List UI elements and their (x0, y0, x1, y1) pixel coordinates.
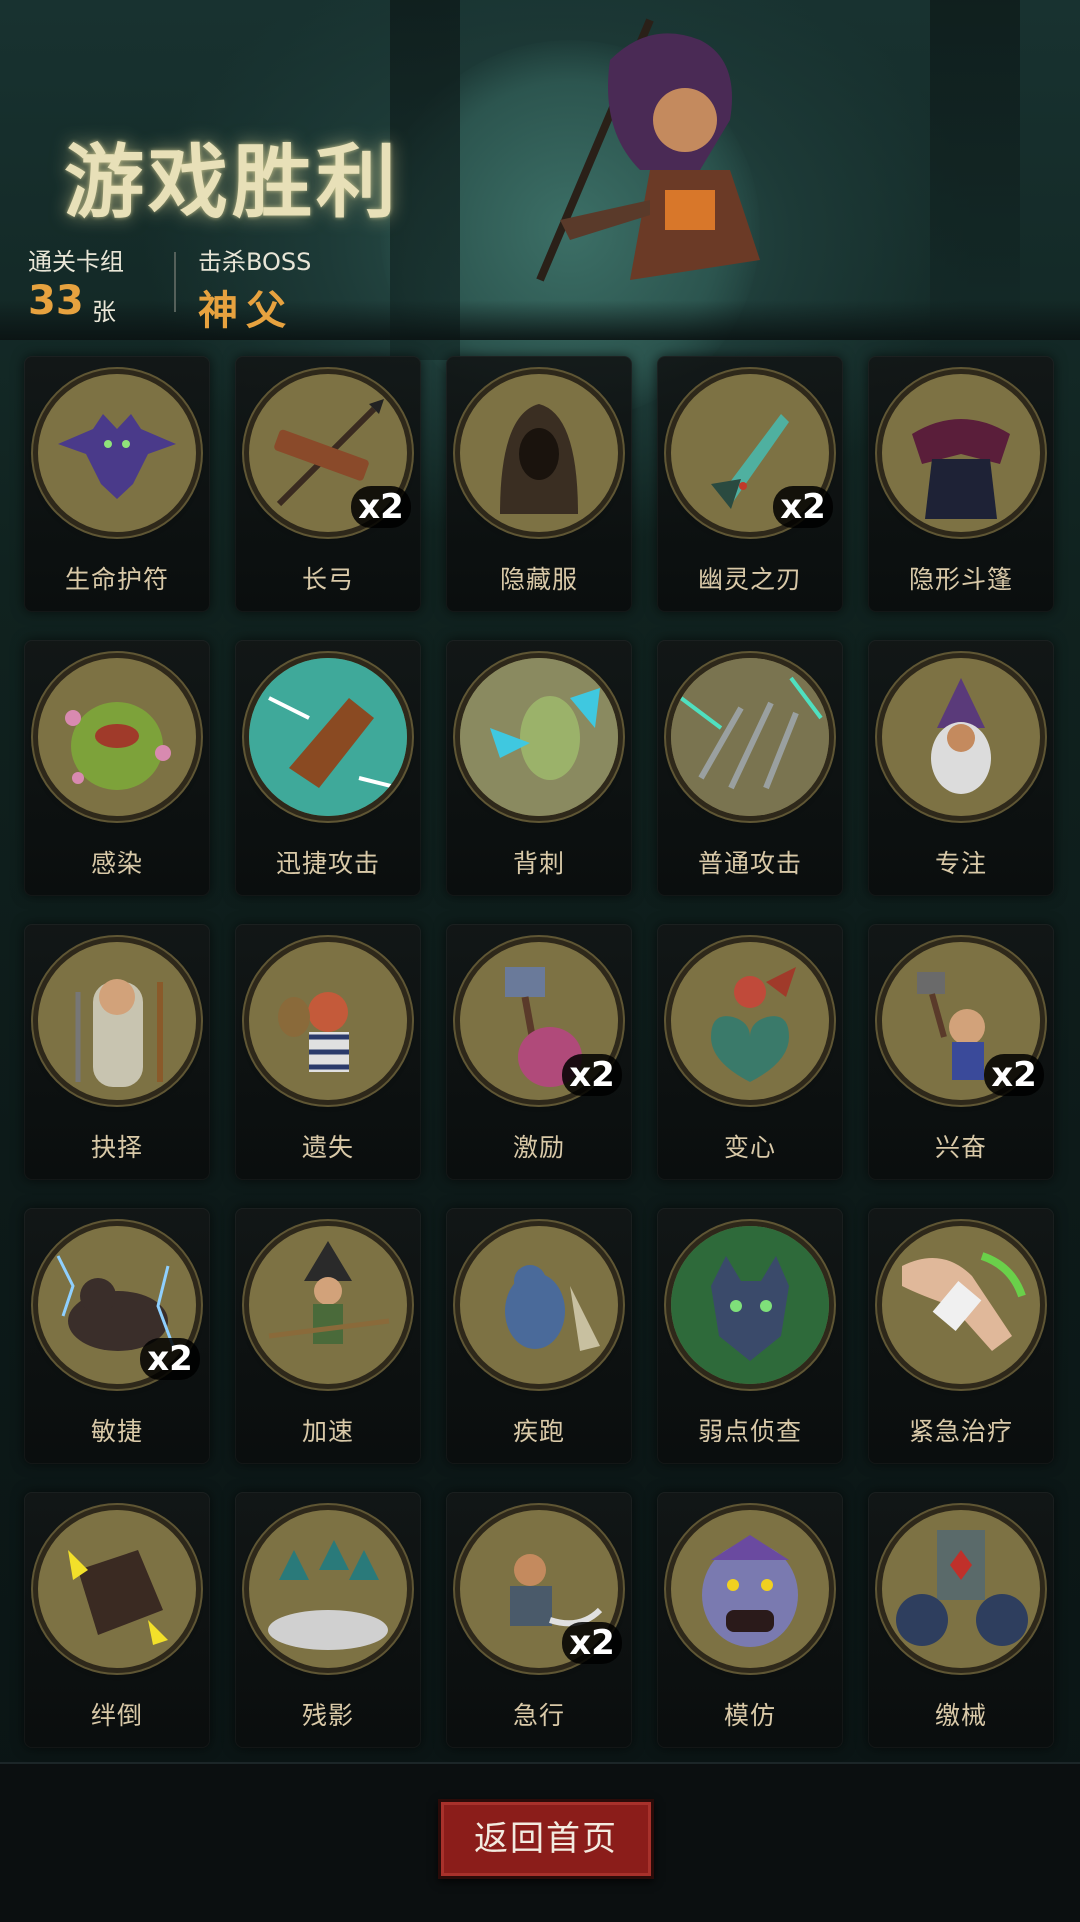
card-item[interactable]: x2 幽灵之刃 (657, 356, 843, 612)
card-item[interactable]: 隐形斗篷 (868, 356, 1054, 612)
card-count-badge: x2 (562, 1622, 622, 1664)
deck-count: 33 (28, 278, 84, 324)
card-label: 普通攻击 (697, 849, 802, 878)
backstab-icon (460, 658, 618, 816)
swift-strike-icon (249, 658, 407, 816)
card-label: 缴械 (934, 1701, 987, 1730)
disarm-banner-icon (882, 1510, 1040, 1668)
thief-icon (249, 942, 407, 1100)
card-item[interactable]: 变心 (657, 924, 843, 1180)
wolf-head-icon (671, 1226, 829, 1384)
card-label: 迅捷攻击 (275, 849, 380, 878)
card-item[interactable]: x2 敏捷 (24, 1208, 210, 1464)
card-item[interactable]: 隐藏服 (446, 356, 632, 612)
victory-title: 游戏胜利 (64, 136, 400, 229)
card-label: 感染 (90, 849, 143, 878)
card-count-badge: x2 (140, 1338, 200, 1380)
hooded-cloak-icon (460, 374, 618, 532)
card-item[interactable]: 感染 (24, 640, 210, 896)
card-label: 专注 (934, 849, 987, 878)
card-item[interactable]: 加速 (235, 1208, 421, 1464)
card-item[interactable]: 模仿 (657, 1492, 843, 1748)
card-item[interactable]: x2 急行 (446, 1492, 632, 1748)
trip-boot-icon (38, 1510, 196, 1668)
card-label: 遗失 (301, 1133, 354, 1162)
card-item[interactable]: 专注 (868, 640, 1054, 896)
card-item[interactable]: 迅捷攻击 (235, 640, 421, 896)
arrow-volley-icon (671, 658, 829, 816)
card-label: 绊倒 (90, 1701, 143, 1730)
card-label: 模仿 (723, 1701, 776, 1730)
card-label: 残影 (301, 1701, 354, 1730)
header-divider (0, 300, 1080, 340)
card-item[interactable]: 普通攻击 (657, 640, 843, 896)
card-count-badge: x2 (984, 1054, 1044, 1096)
card-grid: 生命护符 x2 长弓 隐藏服 x2 幽灵之刃 隐形斗篷感染 迅捷攻击 背刺 普通攻击 专注抉择 遗失 x… (24, 356, 1054, 1748)
card-item[interactable]: x2 兴奋 (868, 924, 1054, 1180)
card-label: 激励 (512, 1133, 565, 1162)
rogue-heroine-illustration (536, 18, 760, 282)
card-label: 兴奋 (934, 1133, 987, 1162)
card-label: 隐形斗篷 (908, 565, 1013, 594)
boss-name: 神父 (198, 288, 294, 334)
witch-broom-icon (249, 1226, 407, 1384)
deck-unit: 张 (92, 298, 116, 326)
card-item[interactable]: 弱点侦查 (657, 1208, 843, 1464)
card-count-badge: x2 (562, 1054, 622, 1096)
wizard-focus-icon (882, 658, 1040, 816)
card-item[interactable]: 疾跑 (446, 1208, 632, 1464)
card-item[interactable]: 残影 (235, 1492, 421, 1748)
infected-monster-icon (38, 658, 196, 816)
card-item[interactable]: 抉择 (24, 924, 210, 1180)
deck-label: 通关卡组 (28, 248, 124, 276)
card-label: 幽灵之刃 (697, 565, 802, 594)
card-item[interactable]: 绊倒 (24, 1492, 210, 1748)
card-label: 生命护符 (64, 565, 169, 594)
troll-mimic-icon (671, 1510, 829, 1668)
card-label: 疾跑 (512, 1417, 565, 1446)
card-label: 紧急治疗 (908, 1417, 1013, 1446)
bat-amulet-icon (38, 374, 196, 532)
bandage-arm-icon (882, 1226, 1040, 1384)
card-label: 变心 (723, 1133, 776, 1162)
card-label: 背刺 (512, 849, 565, 878)
card-item[interactable]: 背刺 (446, 640, 632, 896)
boss-label: 击杀BOSS (198, 248, 312, 276)
sage-choice-icon (38, 942, 196, 1100)
card-item[interactable]: 紧急治疗 (868, 1208, 1054, 1464)
stat-divider (174, 252, 176, 312)
card-label: 长弓 (301, 565, 354, 594)
card-item[interactable]: 生命护符 (24, 356, 210, 612)
shadow-clones-icon (249, 1510, 407, 1668)
card-label: 急行 (512, 1701, 565, 1730)
card-label: 敏捷 (90, 1417, 143, 1446)
card-label: 弱点侦查 (697, 1417, 802, 1446)
card-label: 隐藏服 (499, 565, 578, 594)
return-home-button[interactable]: 返回首页 (438, 1799, 654, 1879)
card-label: 加速 (301, 1417, 354, 1446)
card-item[interactable]: x2 激励 (446, 924, 632, 1180)
running-beast-icon (460, 1226, 618, 1384)
invisible-cape-icon (882, 374, 1040, 532)
imp-heart-icon (671, 942, 829, 1100)
card-label: 抉择 (90, 1133, 143, 1162)
card-count-badge: x2 (773, 486, 833, 528)
card-item[interactable]: 遗失 (235, 924, 421, 1180)
card-item[interactable]: 缴械 (868, 1492, 1054, 1748)
card-count-badge: x2 (351, 486, 411, 528)
card-item[interactable]: x2 长弓 (235, 356, 421, 612)
